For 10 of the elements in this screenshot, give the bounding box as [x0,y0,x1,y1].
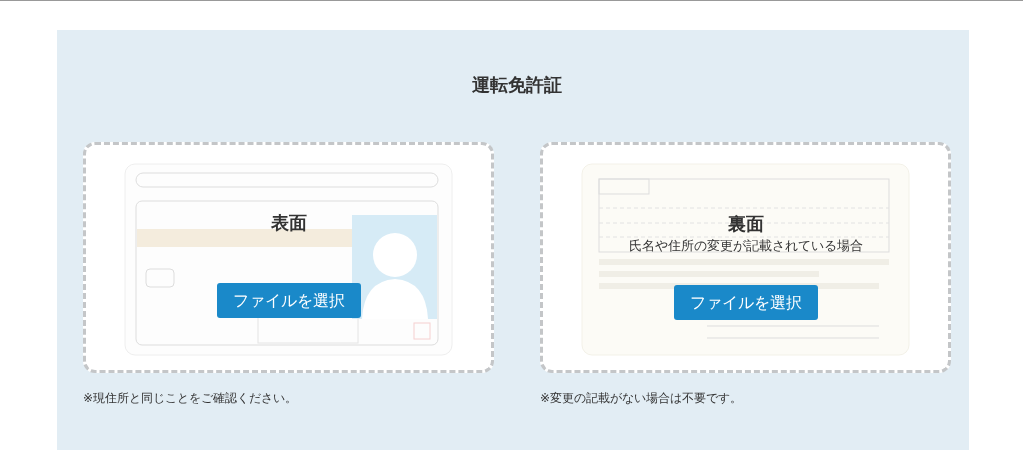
side-label: 裏面 [727,215,764,233]
note-text: ※変更の記載がない場合は不要です。 [540,390,744,407]
choose-file-button[interactable]: ファイルを選択 [216,283,361,318]
note-text: ※現住所と同じことをご確認ください。 [83,390,299,407]
choose-file-button[interactable]: ファイルを選択 [673,285,818,320]
upload-dropzone[interactable]: 裏面 氏名や住所の変更が記載されている場合 ファイルを選択 [540,142,951,373]
section-title: 運転免許証 [471,73,563,97]
upload-dropzone[interactable]: 表面 ファイルを選択 [83,142,494,373]
side-label: 表面 [270,214,307,232]
side-description: 氏名や住所の変更が記載されている場合 [628,239,863,252]
